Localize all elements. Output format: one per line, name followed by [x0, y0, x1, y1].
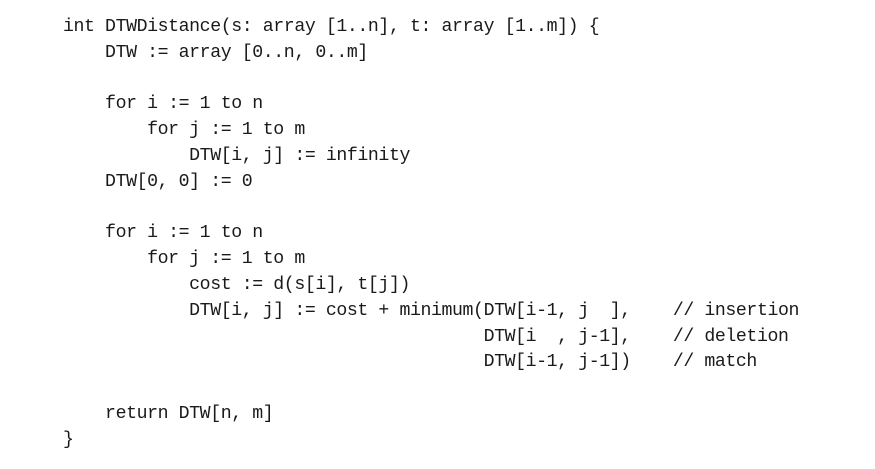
- code-line-function-signature: int DTWDistance(s: array [1..n], t: arra…: [63, 17, 600, 37]
- code-line-minimum-match: DTW[i-1, j-1]) // match: [63, 352, 758, 373]
- code-line-cost: cost := d(s[i], t[j]): [63, 274, 410, 295]
- code-line-init-inner-loop: for j := 1 to m: [63, 120, 305, 141]
- code-line-dtw-array-declaration: DTW := array [0..n, 0..m]: [63, 42, 368, 63]
- code-listing: int DTWDistance(s: array [1..n], t: arra…: [63, 15, 799, 454]
- code-line-closing-brace: }: [63, 429, 74, 450]
- code-line-init-origin: DTW[0, 0] := 0: [63, 171, 253, 192]
- code-line-minimum-insertion: DTW[i, j] := cost + minimum(DTW[i-1, j ]…: [63, 300, 799, 321]
- code-line-init-outer-loop: for i := 1 to n: [63, 94, 263, 115]
- code-line-main-inner-loop: for j := 1 to m: [63, 249, 305, 270]
- code-line-main-outer-loop: for i := 1 to n: [63, 223, 263, 244]
- code-line-init-infinity: DTW[i, j] := infinity: [63, 145, 410, 166]
- code-line-minimum-deletion: DTW[i , j-1], // deletion: [63, 326, 789, 347]
- code-line-return: return DTW[n, m]: [63, 403, 274, 424]
